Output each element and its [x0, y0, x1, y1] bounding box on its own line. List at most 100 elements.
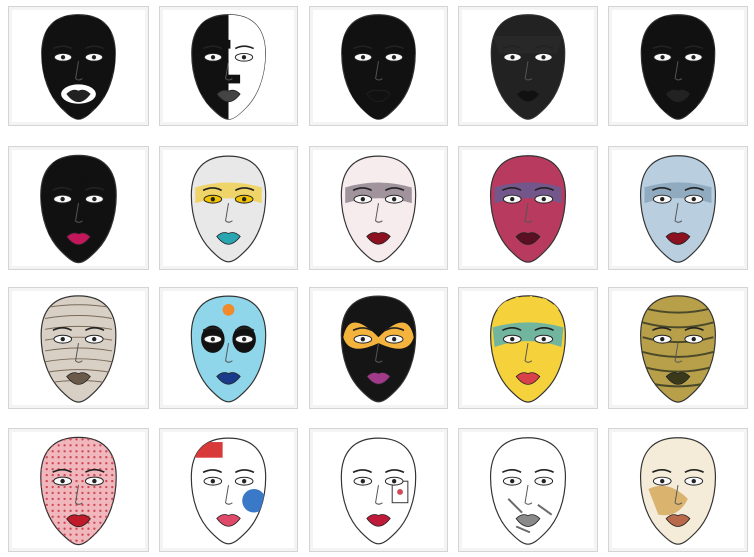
- card-heart: [397, 489, 403, 495]
- left-pupil: [510, 478, 515, 484]
- crown-point: [551, 295, 566, 310]
- right-pupil: [241, 55, 247, 60]
- thumbnail-black-swirl-face[interactable]: [309, 6, 448, 126]
- thumbnail-gold-tribal-face[interactable]: [608, 287, 748, 409]
- gold-tribal-face-illustration: [640, 295, 716, 403]
- face-shape: [340, 155, 417, 263]
- zebra-stripe: [94, 14, 103, 120]
- right-pupil: [541, 478, 546, 484]
- left-pupil: [660, 336, 665, 342]
- black-block: [216, 74, 241, 84]
- right-pupil: [392, 479, 397, 484]
- thumbnail-blue-zombie-face[interactable]: [608, 146, 748, 270]
- thumbnail-golden-crown-face[interactable]: [458, 287, 598, 409]
- left-pupil: [210, 337, 215, 342]
- left-pupil: [60, 478, 65, 484]
- maze-pattern-face-illustration: [40, 154, 117, 264]
- right-pupil: [541, 196, 546, 202]
- left-pupil: [660, 478, 665, 484]
- right-pupil: [92, 196, 97, 202]
- face-shape: [190, 155, 267, 263]
- thumbnail-red-demon-face[interactable]: [458, 146, 598, 270]
- thumbnail-aged-hooded-face[interactable]: [8, 287, 149, 409]
- maze-bar: [80, 177, 93, 184]
- makeup-face-chart-gallery: [0, 0, 754, 557]
- zebra-stripe: [112, 14, 116, 120]
- thumbnail-gold-smudge-face[interactable]: [608, 428, 748, 552]
- maze-bar: [66, 177, 79, 184]
- black-swirl-face-illustration: [341, 14, 416, 120]
- right-pupil: [242, 479, 247, 484]
- black-block: [205, 28, 229, 37]
- thumbnail-sugar-skull-face[interactable]: [159, 287, 298, 409]
- playing-card-face-illustration: [340, 437, 417, 545]
- vertical-bars-face-illustration: [640, 14, 716, 120]
- thumbnail-zebra-stripes-face[interactable]: [8, 6, 149, 126]
- maze-bar: [52, 230, 65, 237]
- thumbnail-geometric-mask-face[interactable]: [458, 6, 598, 126]
- face-shape: [40, 295, 117, 403]
- golden-crown-face-illustration: [490, 295, 566, 403]
- pow-bubble: [193, 442, 223, 458]
- right-pupil: [242, 337, 247, 342]
- black-block: [205, 63, 219, 72]
- bam-bubble: [242, 489, 266, 513]
- pale-vampire-face-illustration: [340, 155, 417, 263]
- thumbnail-black-blocks-face[interactable]: [159, 6, 298, 126]
- thumbnail-playing-card-face[interactable]: [309, 428, 448, 552]
- horizontal-bar: [641, 45, 715, 52]
- sugar-skull-face-illustration: [190, 295, 267, 403]
- thumbnail-vertical-bars-face[interactable]: [608, 6, 748, 126]
- safety-pin-face-illustration: [489, 437, 567, 545]
- aged-hooded-face-illustration: [40, 295, 117, 403]
- right-pupil: [541, 55, 546, 60]
- left-pupil: [210, 55, 216, 60]
- butterfly-black-face-illustration: [340, 295, 417, 403]
- face-shape: [489, 437, 567, 545]
- maze-bar: [80, 212, 93, 219]
- left-pupil: [360, 197, 365, 202]
- left-pupil: [60, 55, 66, 60]
- pop-art-dots-face-illustration: [40, 436, 117, 546]
- comic-pow-face-illustration: [190, 437, 267, 545]
- thumbnail-pale-vampire-face[interactable]: [309, 146, 448, 270]
- right-pupil: [691, 55, 696, 60]
- black-blocks-face-illustration: [191, 14, 266, 120]
- face-shape: [490, 295, 566, 403]
- right-pupil: [242, 197, 247, 202]
- right-pupil: [392, 197, 397, 202]
- left-pupil: [60, 336, 65, 342]
- right-pupil: [91, 55, 97, 60]
- left-pupil: [210, 479, 215, 484]
- maze-bar: [52, 159, 65, 166]
- right-pupil: [391, 55, 397, 60]
- left-pupil: [510, 336, 515, 342]
- left-pupil: [660, 55, 665, 60]
- red-demon-face-illustration: [489, 155, 567, 263]
- left-pupil: [210, 197, 215, 202]
- gold-smudge-face-illustration: [639, 437, 717, 545]
- blue-zombie-face-illustration: [639, 155, 717, 263]
- face-shape: [640, 14, 716, 120]
- right-pupil: [392, 337, 397, 342]
- thumbnail-maze-pattern-face[interactable]: [8, 146, 149, 270]
- flower-decoration: [222, 303, 235, 316]
- right-pupil: [691, 196, 696, 202]
- thumbnail-pop-art-dots-face[interactable]: [8, 428, 149, 552]
- left-pupil: [510, 196, 515, 202]
- left-pupil: [360, 479, 365, 484]
- left-pupil: [60, 196, 65, 202]
- thumbnail-skull-yellow-eyes-face[interactable]: [159, 146, 298, 270]
- face-shape: [40, 436, 117, 546]
- right-pupil: [92, 478, 97, 484]
- left-pupil: [360, 337, 365, 342]
- left-pupil: [360, 55, 366, 60]
- left-pupil: [660, 196, 665, 202]
- skull-yellow-eyes-face-illustration: [190, 155, 267, 263]
- face-shape: [40, 154, 117, 264]
- thumbnail-comic-pow-face[interactable]: [159, 428, 298, 552]
- thumbnail-safety-pin-face[interactable]: [458, 428, 598, 552]
- right-pupil: [92, 336, 97, 342]
- face-shape: [639, 155, 717, 263]
- thumbnail-butterfly-black-face[interactable]: [309, 287, 448, 409]
